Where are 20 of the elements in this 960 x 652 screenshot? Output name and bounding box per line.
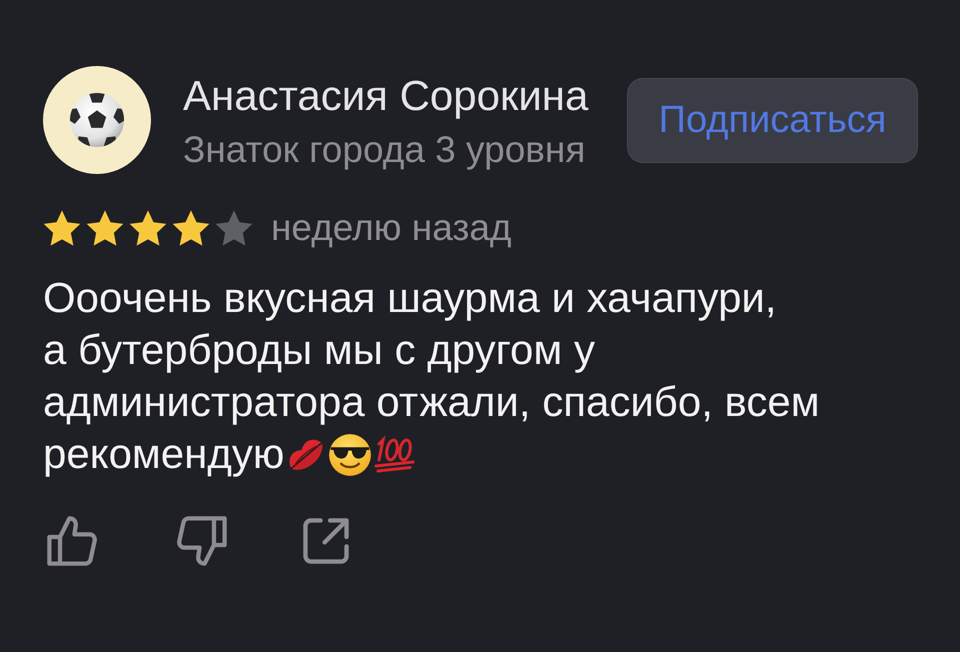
like-button[interactable] bbox=[47, 516, 97, 566]
review-date: неделю назад bbox=[271, 210, 512, 246]
dislike-button[interactable] bbox=[177, 516, 227, 566]
soccer-ball-icon bbox=[69, 92, 125, 148]
author-status-label: Знаток города 3 уровня bbox=[183, 129, 586, 171]
star-icon bbox=[43, 210, 81, 246]
review-text-line: а бутерброды мы с другом у bbox=[43, 325, 595, 375]
author-name[interactable]: Анастасия Сорокина bbox=[183, 73, 588, 119]
review-text-line: рекомендую bbox=[43, 429, 284, 479]
star-icon bbox=[86, 210, 124, 246]
thumbs-up-icon bbox=[47, 516, 97, 566]
empty-star-icon bbox=[215, 210, 253, 246]
share-button[interactable] bbox=[303, 518, 349, 564]
review-text-line: Ооочень вкусная шаурма и хачапури, bbox=[43, 273, 777, 323]
share-icon bbox=[303, 518, 349, 564]
review-text-line: администратора отжали, спасибо, всем bbox=[43, 377, 820, 427]
star-icon bbox=[172, 210, 210, 246]
thumbs-down-icon bbox=[177, 516, 227, 566]
sunglasses-face-icon bbox=[328, 433, 372, 477]
star-icon bbox=[129, 210, 167, 246]
